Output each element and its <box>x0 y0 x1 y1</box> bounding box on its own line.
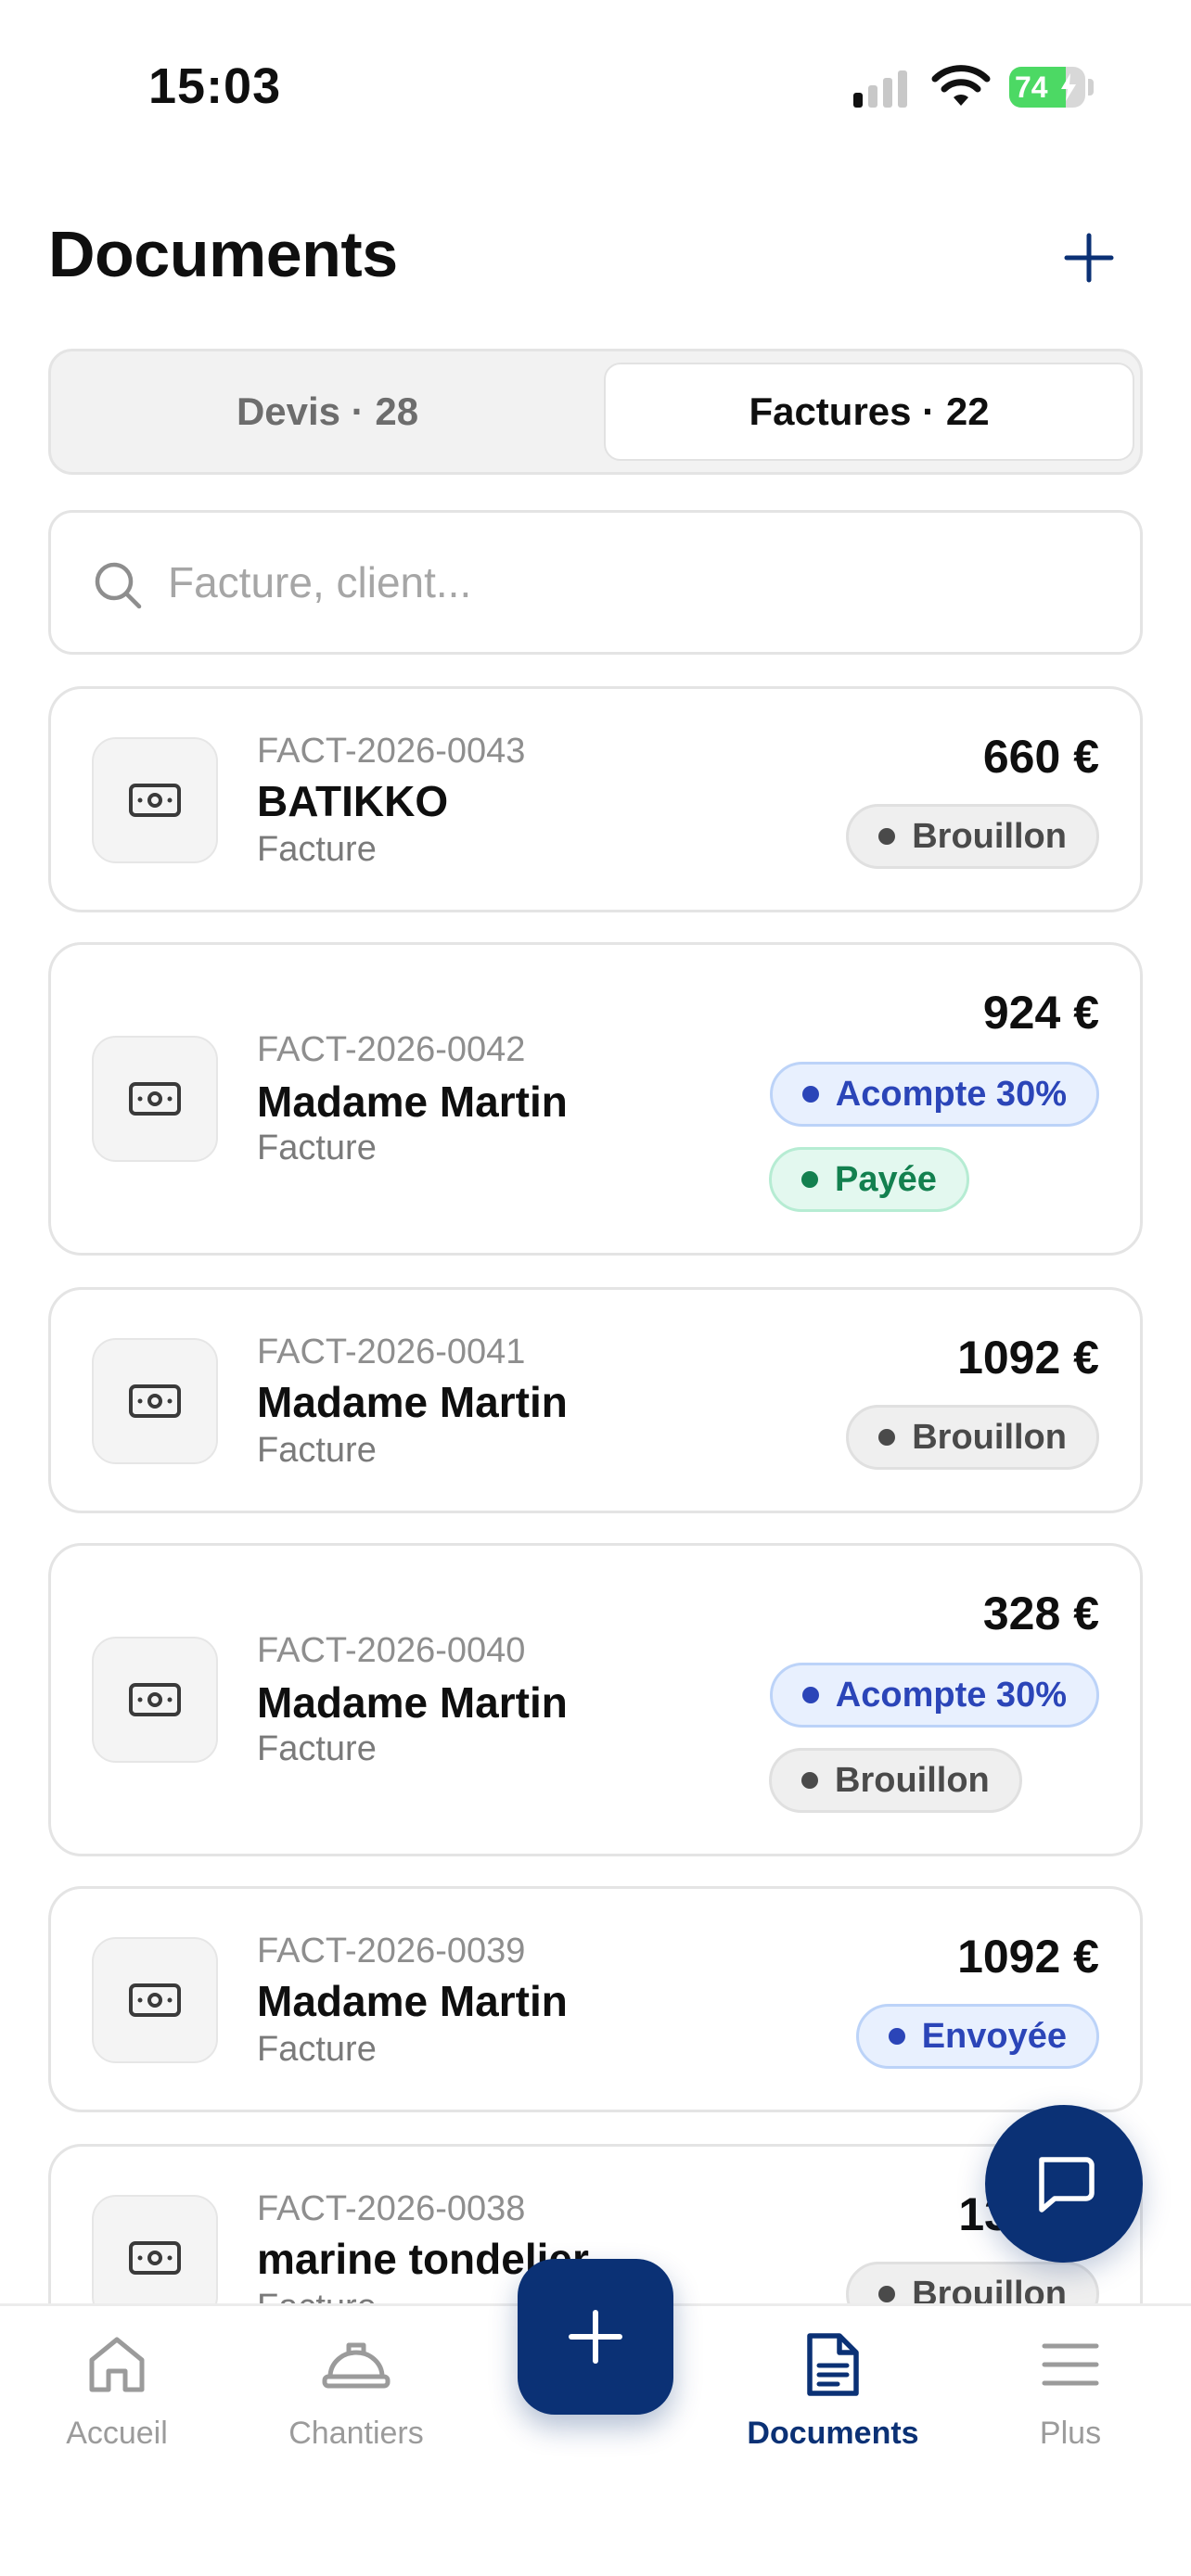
hard-hat-icon <box>322 2342 391 2389</box>
tab-chantiers[interactable]: Chantiers <box>254 2325 458 2473</box>
document-amount: 660 € <box>982 731 1099 783</box>
wifi-icon <box>931 65 991 106</box>
home-icon <box>89 2337 145 2392</box>
document-reference: FACT-2026-0042 <box>257 1030 526 1069</box>
document-reference: FACT-2026-0041 <box>257 1333 526 1371</box>
tab-accueil[interactable]: Accueil <box>15 2325 219 2473</box>
document-amount: 328 € <box>982 1588 1099 1639</box>
status-badge: Envoyée <box>855 2004 1099 2069</box>
battery-indicator: 74 <box>1009 67 1085 108</box>
document-thumbnail <box>92 1637 218 1763</box>
page-title: Documents <box>48 218 398 290</box>
document-card[interactable]: FACT-2026-0041 Madame Martin Facture 109… <box>48 1287 1143 1513</box>
document-client: BATIKKO <box>257 777 449 825</box>
tab-label: Plus <box>1039 2416 1102 2451</box>
document-card[interactable]: FACT-2026-0043 BATIKKO Facture 660 € Bro… <box>48 686 1143 912</box>
status-badge: Acompte 30% <box>769 1062 1099 1127</box>
document-reference: FACT-2026-0038 <box>257 2189 526 2228</box>
document-icon <box>807 2333 859 2396</box>
document-thumbnail <box>92 2195 218 2321</box>
tab-documents[interactable]: Documents <box>731 2325 935 2473</box>
banknote-icon <box>129 1384 181 1418</box>
segment-factures[interactable]: Factures · 22 <box>604 363 1134 461</box>
plus-icon[interactable] <box>1061 230 1117 286</box>
cellular-signal-icon <box>853 70 907 108</box>
document-client: Madame Martin <box>257 1378 568 1426</box>
document-card[interactable]: FACT-2026-0039 Madame Martin Facture 109… <box>48 1886 1143 2112</box>
status-badge: Brouillon <box>769 1748 1022 1813</box>
banknote-icon <box>129 784 181 817</box>
document-thumbnail <box>92 1937 218 2063</box>
document-reference: FACT-2026-0043 <box>257 732 526 771</box>
tab-label: Accueil <box>66 2416 168 2451</box>
charging-bolt-icon <box>1061 73 1076 101</box>
battery-nub <box>1088 79 1094 96</box>
document-amount: 924 € <box>982 987 1099 1039</box>
document-card[interactable]: FACT-2026-0040 Madame Martin Facture 328… <box>48 1543 1143 1856</box>
status-time: 15:03 <box>148 58 282 114</box>
document-amount: 1092 € <box>957 1931 1099 1983</box>
tab-plus[interactable]: Plus <box>968 2325 1172 2473</box>
banknote-icon <box>129 1683 181 1716</box>
chat-button[interactable] <box>985 2105 1143 2263</box>
document-type: Facture <box>257 1729 377 1768</box>
segment-devis[interactable]: Devis · 28 <box>62 363 593 461</box>
search-input[interactable] <box>166 550 1094 615</box>
document-type: Facture <box>257 2030 377 2069</box>
menu-icon <box>1042 2343 1099 2386</box>
plus-icon <box>569 2310 622 2364</box>
document-client: Madame Martin <box>257 1678 568 1727</box>
chat-bubble-icon <box>1039 2157 1095 2213</box>
status-badge: Brouillon <box>846 1405 1099 1470</box>
document-reference: FACT-2026-0040 <box>257 1631 526 1670</box>
create-button[interactable] <box>518 2259 673 2415</box>
document-amount: 1092 € <box>957 1332 1099 1384</box>
status-badge: Brouillon <box>846 804 1099 869</box>
document-thumbnail <box>92 737 218 863</box>
tab-label: Chantiers <box>288 2416 424 2451</box>
search-box <box>48 510 1143 655</box>
document-client: Madame Martin <box>257 1977 568 2025</box>
battery-percentage: 74 <box>1015 70 1048 104</box>
status-badge: Payée <box>769 1147 969 1212</box>
document-type-segmented-control: Devis · 28 Factures · 22 <box>48 349 1143 475</box>
search-icon <box>95 562 142 609</box>
document-type: Facture <box>257 1431 377 1470</box>
document-type: Facture <box>257 1129 377 1167</box>
document-client: Madame Martin <box>257 1078 568 1126</box>
document-thumbnail <box>92 1338 218 1464</box>
status-badge: Acompte 30% <box>769 1663 1099 1728</box>
document-type: Facture <box>257 830 377 869</box>
document-reference: FACT-2026-0039 <box>257 1932 526 1970</box>
banknote-icon <box>129 1082 181 1116</box>
banknote-icon <box>129 2241 181 2275</box>
banknote-icon <box>129 1983 181 2017</box>
document-thumbnail <box>92 1036 218 1162</box>
status-bar: 15:03 74 <box>0 0 1191 176</box>
tab-label: Documents <box>747 2416 919 2451</box>
document-card[interactable]: FACT-2026-0042 Madame Martin Facture 924… <box>48 942 1143 1256</box>
